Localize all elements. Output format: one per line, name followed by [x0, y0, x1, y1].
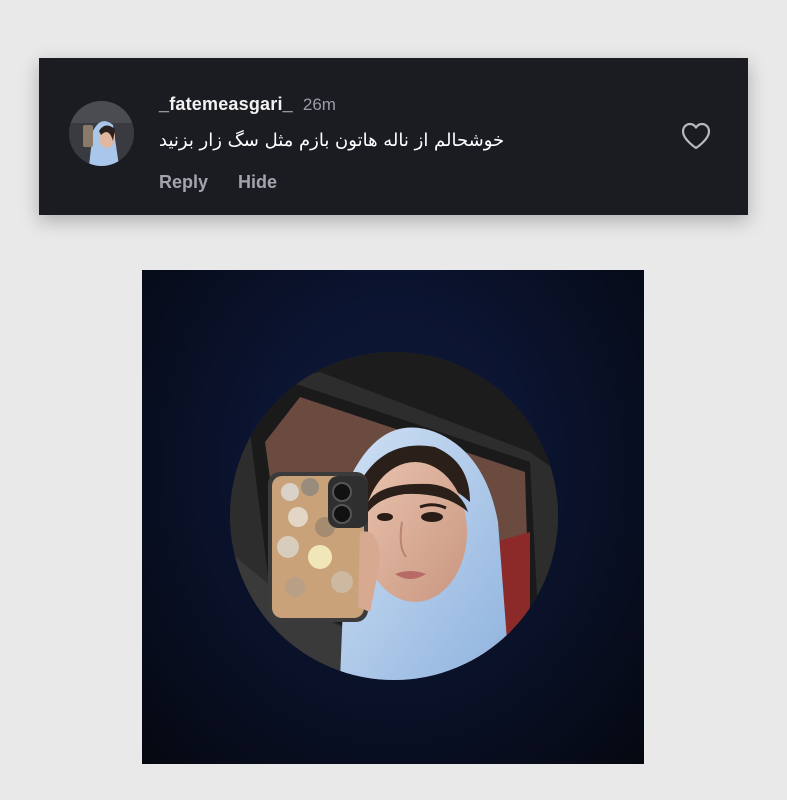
comment-header: _fatemeasgari_ 26m: [159, 94, 336, 115]
comment-actions: Reply Hide: [159, 172, 277, 193]
avatar-photo: [69, 101, 134, 166]
reply-button[interactable]: Reply: [159, 172, 208, 193]
commenter-avatar[interactable]: [69, 101, 134, 166]
like-button[interactable]: [680, 121, 712, 151]
comment-username[interactable]: _fatemeasgari_: [159, 94, 293, 115]
profile-photo-circle: [230, 352, 558, 680]
profile-photo: [230, 352, 558, 680]
comment-text: خوشحالم از ناله هاتون بازم مثل سگ زار بز…: [159, 130, 505, 151]
comment-card: _fatemeasgari_ 26m خوشحالم از ناله هاتون…: [39, 58, 748, 215]
heart-outline-icon: [681, 122, 711, 150]
profile-picture-enlarged: [142, 270, 644, 764]
comment-timestamp: 26m: [302, 95, 336, 114]
hide-button[interactable]: Hide: [238, 172, 277, 193]
